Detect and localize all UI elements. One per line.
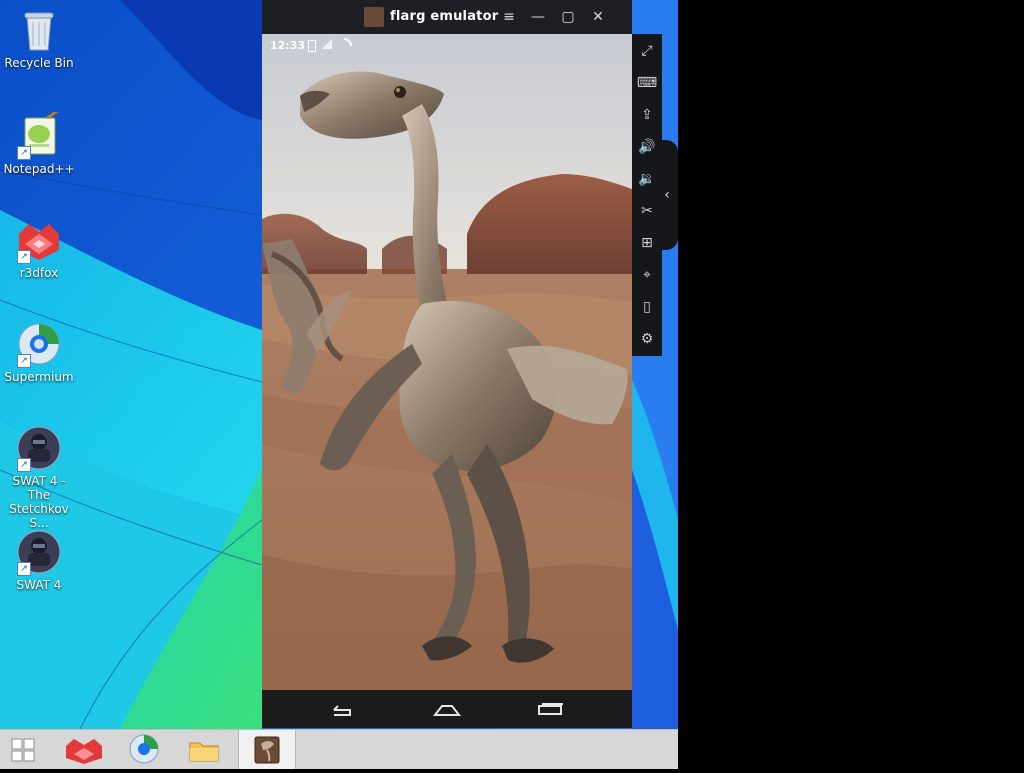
taskbar: [0, 729, 678, 769]
location-icon: ⌖: [643, 267, 651, 283]
shortcut-arrow-icon: ↗: [17, 146, 31, 160]
start-icon: [11, 738, 35, 762]
desktop-icon-label-line2: Stetchkov S...: [9, 502, 69, 530]
shortcut-arrow-icon: ↗: [17, 354, 31, 368]
desktop-icon-recycle-bin[interactable]: Recycle Bin: [0, 6, 78, 70]
start-button[interactable]: [0, 730, 56, 769]
home-icon: [432, 705, 462, 716]
emulator-screen[interactable]: 12:33: [262, 34, 632, 690]
close-icon: ✕: [592, 9, 604, 25]
shake-button[interactable]: ▯: [636, 296, 658, 318]
android-navbar: [262, 690, 632, 728]
desktop-icon-label-line1: SWAT 4 - The: [12, 474, 66, 502]
swat4-expansion-icon: ↗: [15, 424, 63, 472]
r3dfox-icon: ↗: [15, 216, 63, 264]
apk-install-button[interactable]: ⇪: [636, 104, 658, 126]
menu-icon: ≡: [503, 9, 515, 25]
desktop-icon-label: Notepad++: [3, 162, 75, 176]
desktop-icon-swat4[interactable]: ↗ SWAT 4: [0, 528, 78, 592]
keyboard-button[interactable]: ⌨: [636, 72, 658, 94]
taskbar-flarg-emulator[interactable]: [238, 730, 296, 769]
r3dfox-icon: [66, 739, 102, 764]
multi-instance-button[interactable]: ⊞: [636, 232, 658, 254]
shortcut-arrow-icon: ↗: [17, 250, 31, 264]
shortcut-arrow-icon: ↗: [17, 562, 31, 576]
home-button[interactable]: [432, 702, 462, 716]
wifi-icon: [332, 34, 356, 58]
desktop-icon-supermium[interactable]: ↗ Supermium: [0, 320, 78, 384]
screenshot-cut-icon: ✂: [641, 203, 653, 219]
multi-instance-icon: ⊞: [641, 235, 653, 251]
taskbar-supermium[interactable]: [116, 730, 172, 769]
volume-up-icon: 🔊: [638, 139, 656, 155]
sidebar-collapse-button[interactable]: ‹: [656, 140, 678, 250]
notepadpp-icon: ↗: [15, 108, 63, 160]
settings-icon: ⚙: [640, 331, 654, 347]
maximize-button[interactable]: ▢: [557, 6, 579, 28]
desktop-icon-label: Supermium: [4, 370, 74, 384]
keyboard-icon: ⌨: [636, 75, 658, 91]
minimize-icon: —: [531, 9, 545, 25]
volume-down-icon: 🔉: [638, 171, 656, 187]
taskbar-file-explorer[interactable]: [176, 730, 232, 769]
desktop-icon-swat4-expansion[interactable]: ↗ SWAT 4 - The Stetchkov S...: [0, 424, 78, 530]
recents-icon: [538, 703, 563, 715]
desktop-icon-label: Recycle Bin: [4, 56, 74, 70]
shake-icon: ▯: [643, 299, 651, 315]
desktop-icon-notepadpp[interactable]: ↗ Notepad++: [0, 108, 78, 176]
chevron-left-icon: ‹: [664, 187, 670, 203]
apk-install-icon: ⇪: [641, 107, 653, 123]
status-time: 12:33: [270, 39, 306, 52]
fullscreen-button[interactable]: ⤢: [636, 40, 658, 62]
recycle-bin-icon: [15, 6, 63, 54]
location-button[interactable]: ⌖: [636, 264, 658, 286]
file-explorer-icon: [189, 742, 219, 762]
supermium-icon: ↗: [15, 320, 63, 368]
android-statusbar: 12:33: [262, 34, 632, 58]
supermium-icon: [129, 734, 159, 764]
settings-button[interactable]: ⚙: [636, 328, 658, 350]
battery-icon: [308, 40, 316, 52]
taskbar-r3dfox[interactable]: [56, 730, 112, 769]
close-button[interactable]: ✕: [587, 6, 609, 28]
menu-button[interactable]: ≡: [498, 6, 520, 28]
desktop-icon-label: SWAT 4: [16, 578, 62, 592]
emulator-titlebar[interactable]: flarg emulator ≡ — ▢ ✕: [262, 0, 632, 34]
desktop-icon-r3dfox[interactable]: ↗ r3dfox: [0, 216, 78, 280]
maximize-icon: ▢: [561, 9, 575, 25]
flarg-emulator-logo-icon: [364, 7, 384, 27]
volume-up-button[interactable]: 🔊: [636, 136, 658, 158]
desktop-icon-label: r3dfox: [19, 266, 59, 280]
back-button[interactable]: [328, 702, 354, 716]
signal-icon: [322, 39, 332, 49]
wallpaper-dinosaur-scene: [262, 34, 632, 690]
flarg-emulator-icon: [254, 736, 280, 764]
fullscreen-icon: ⤢: [641, 43, 653, 59]
screenshot-cut-button[interactable]: ✂: [636, 200, 658, 222]
emulator-title: flarg emulator: [390, 9, 499, 24]
shortcut-arrow-icon: ↗: [17, 458, 31, 472]
volume-down-button[interactable]: 🔉: [636, 168, 658, 190]
swat4-icon: ↗: [15, 528, 63, 576]
back-icon: [333, 705, 351, 716]
recents-button[interactable]: [536, 702, 564, 716]
minimize-button[interactable]: —: [527, 6, 549, 28]
